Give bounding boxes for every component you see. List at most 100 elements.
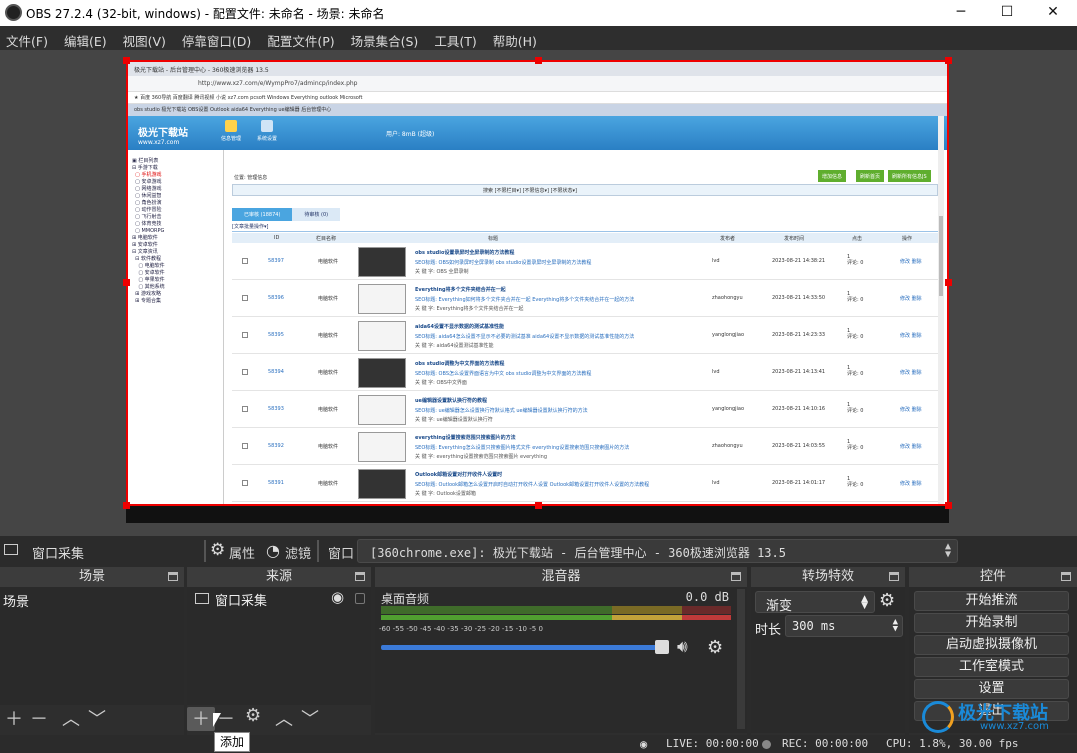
row-thumbnail — [358, 247, 406, 277]
add-icon[interactable]: ＋ — [192, 705, 210, 731]
site-refresh-button: 刷新首页 — [856, 170, 885, 182]
menu-tools[interactable]: 工具(T) — [434, 26, 483, 50]
row-column: 电脑软件 — [318, 296, 339, 302]
mixer-scrollbar[interactable] — [737, 589, 745, 729]
menu-help[interactable]: 帮助(H) — [493, 26, 544, 50]
row-publisher: zhaohongyu — [712, 443, 743, 449]
row-column: 电脑软件 — [318, 259, 339, 265]
row-seo: SEO标题: ue编辑器怎么设置换行符默认格式 ue编辑器设置默认换行符的方法 — [415, 408, 588, 414]
row-title: Outlook邮箱设置对打开收件人设置时 — [415, 472, 503, 478]
menu-docks[interactable]: 停靠窗口(D) — [182, 26, 258, 50]
tree-item: ▢ 电脑软件 — [132, 263, 165, 269]
row-seo: SEO标题: OBS怎么设置界面语言为中文 obs studio调整为中文界面的… — [415, 371, 592, 377]
sources-header: 来源 — [187, 567, 371, 587]
title-bar: OBS 27.2.4 (32-bit, windows) - 配置文件: 未命名… — [0, 0, 1077, 26]
separator — [317, 540, 319, 562]
captured-window[interactable]: 极光下载站 - 后台管理中心 - 360极速浏览器 13.5 http://ww… — [126, 60, 949, 506]
resize-handle[interactable] — [123, 57, 130, 64]
cpu-status: CPU: 1.8%, 30.00 fps — [886, 737, 1019, 750]
speaker-icon[interactable]: 🔊︎ — [677, 637, 688, 657]
tree-item: ▢ 安卓游戏 — [132, 179, 162, 185]
scenes-toolbar: ＋ － ︿ ﹀ — [0, 705, 184, 733]
menu-view[interactable]: 视图(V) — [123, 26, 173, 50]
resize-handle[interactable] — [535, 502, 542, 509]
start-recording-button[interactable]: 开始录制 — [914, 613, 1069, 633]
duration-spinbox[interactable]: 300 ms ▲ ▼ — [785, 615, 903, 637]
resize-handle[interactable] — [123, 502, 130, 509]
close-button[interactable]: ✕ — [1030, 0, 1076, 26]
row-id: 58394 — [268, 369, 284, 375]
tree-item: ⊞ 安卓软件 — [132, 242, 158, 248]
gear-icon[interactable]: ⚙ — [879, 590, 895, 611]
row-seo: SEO标题: Everything如何将多个文件夹合并在一起 Everythin… — [415, 297, 635, 303]
table-row: 58396 电脑软件 Everything将多个文件夹结合并在一起 SEO标题: Ev… — [232, 281, 938, 317]
updown-icon: ▲ ▼ — [861, 594, 868, 611]
row-hits: 1 评论: 0 — [847, 402, 864, 414]
row-seo: SEO标题: OBS如何录屏时全屏录制 obs studio设置录屏时全屏录制的… — [415, 260, 592, 266]
window-select[interactable]: [360chrome.exe]: 极光下载站 - 后台管理中心 - 360极速浏… — [357, 539, 958, 563]
chevron-up-icon[interactable]: ︿ — [62, 705, 80, 731]
lock-icon[interactable] — [355, 593, 365, 604]
eye-icon[interactable]: ◉ — [331, 588, 344, 606]
resize-handle[interactable] — [945, 57, 952, 64]
undock-icon[interactable] — [731, 572, 741, 581]
maximize-button[interactable]: ☐ — [984, 0, 1030, 26]
menu-profile[interactable]: 配置文件(P) — [267, 26, 341, 50]
filters-icon[interactable]: ◔ — [266, 541, 280, 560]
row-time: 2023-08-21 14:01:17 — [772, 480, 826, 486]
undock-icon[interactable] — [168, 572, 178, 581]
row-keywords: 关 键 字: ue编辑器设置默认换行符 — [415, 417, 493, 423]
selected-source-name: 窗口采集 — [32, 547, 85, 562]
scene-item[interactable]: 场景 — [3, 591, 29, 610]
undock-icon[interactable] — [1061, 572, 1071, 581]
row-hits: 1 评论: 0 — [847, 254, 864, 266]
row-time: 2023-08-21 14:03:55 — [772, 443, 826, 449]
chevron-down-icon[interactable]: ﹀ — [88, 705, 106, 731]
volume-slider[interactable] — [381, 645, 665, 650]
row-seo: SEO标题: Everything怎么设置只搜索图片格式文件 everythin… — [415, 445, 630, 451]
resize-handle[interactable] — [945, 502, 952, 509]
tree-item: ▢ 手机游戏 — [132, 172, 162, 178]
gear-icon[interactable]: ⚙ — [210, 540, 225, 560]
volume-slider-handle[interactable] — [655, 640, 669, 654]
row-publisher: lvd — [712, 258, 720, 264]
tree-item: ⊞ 电脑软件 — [132, 235, 158, 241]
obs-logo-icon — [5, 4, 22, 21]
minimize-button[interactable]: ─ — [938, 0, 984, 26]
resize-handle[interactable] — [123, 279, 130, 286]
undock-icon[interactable] — [889, 572, 899, 581]
menu-scene-collection[interactable]: 场景集合(S) — [351, 26, 426, 50]
transition-select[interactable]: 渐变 ▲ ▼ — [755, 591, 875, 614]
properties-button[interactable]: 属性 — [229, 543, 255, 562]
add-icon[interactable]: ＋ — [5, 705, 23, 731]
row-keywords: 关 键 字: everything设置搜索范围只搜索图片 everything — [415, 454, 548, 460]
source-item[interactable]: 窗口采集 ◉ — [187, 588, 371, 609]
gear-icon[interactable]: ⚙ — [245, 705, 261, 726]
undock-icon[interactable] — [355, 572, 365, 581]
chevron-down-icon[interactable]: ﹀ — [301, 705, 319, 731]
tree-item: ▢ 动作冒险 — [132, 207, 162, 213]
settings-button[interactable]: 设置 — [914, 679, 1069, 699]
filters-button[interactable]: 滤镜 — [285, 543, 311, 562]
chevron-up-icon[interactable]: ︿ — [275, 705, 293, 731]
site-refresh-js-button: 刷新所有信息JS — [888, 170, 931, 182]
row-checkbox — [242, 332, 248, 338]
remove-icon[interactable]: － — [30, 705, 48, 731]
menu-file[interactable]: 文件(F) — [6, 26, 55, 50]
row-column: 电脑软件 — [318, 333, 339, 339]
row-column: 电脑软件 — [318, 444, 339, 450]
menu-edit[interactable]: 编辑(E) — [64, 26, 114, 50]
tree-item: ▢ 角色扮演 — [132, 200, 162, 206]
gear-icon[interactable]: ⚙ — [707, 637, 723, 658]
row-hits: 1 评论: 0 — [847, 476, 864, 488]
controls-header: 控件 — [909, 567, 1077, 587]
start-streaming-button[interactable]: 开始推流 — [914, 591, 1069, 611]
resize-handle[interactable] — [535, 57, 542, 64]
start-virtual-camera-button[interactable]: 启动虚拟摄像机 — [914, 635, 1069, 655]
table-row: 58395 电脑软件 aida64设置不显示数据的测试基准性能 SEO标题: aida… — [232, 318, 938, 354]
row-time: 2023-08-21 14:23:33 — [772, 332, 826, 338]
preview-canvas[interactable]: 极光下载站 - 后台管理中心 - 360极速浏览器 13.5 http://ww… — [0, 50, 1077, 536]
resize-handle[interactable] — [945, 279, 952, 286]
tree-item: ▢ 网络游戏 — [132, 186, 162, 192]
studio-mode-button[interactable]: 工作室模式 — [914, 657, 1069, 677]
